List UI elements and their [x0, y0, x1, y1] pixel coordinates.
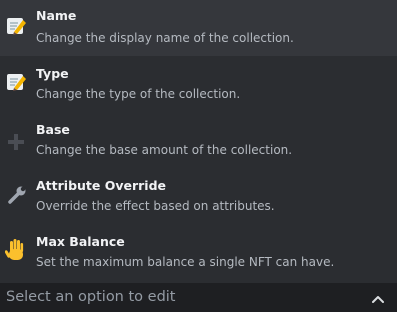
option-base[interactable]: Base Change the base amount of the colle…	[0, 112, 397, 168]
select-menu[interactable]: Select an option to edit	[0, 283, 397, 312]
option-attribute-override[interactable]: Attribute Override Override the effect b…	[0, 168, 397, 224]
select-placeholder: Select an option to edit	[6, 289, 176, 305]
option-label: Type	[36, 66, 69, 81]
option-max-balance[interactable]: Max Balance Set the maximum balance a si…	[0, 224, 397, 280]
option-description: Override the effect based on attributes.	[36, 199, 275, 213]
option-label: Max Balance	[36, 234, 125, 249]
memo-pencil-icon	[4, 70, 28, 94]
option-menu: Name Change the display name of the coll…	[0, 0, 397, 280]
option-label: Attribute Override	[36, 178, 167, 193]
option-description: Change the base amount of the collection…	[36, 143, 293, 157]
plus-icon	[4, 130, 28, 154]
option-label: Name	[36, 8, 77, 23]
option-description: Change the type of the collection.	[36, 87, 241, 101]
option-description: Set the maximum balance a single NFT can…	[36, 255, 335, 269]
wrench-icon	[4, 184, 28, 208]
option-name[interactable]: Name Change the display name of the coll…	[0, 0, 397, 56]
option-label: Base	[36, 122, 70, 137]
option-type[interactable]: Type Change the type of the collection.	[0, 56, 397, 112]
memo-pencil-icon	[4, 14, 28, 38]
chevron-up-icon[interactable]	[369, 291, 387, 305]
raised-hand-icon	[4, 238, 28, 262]
option-description: Change the display name of the collectio…	[36, 31, 294, 45]
